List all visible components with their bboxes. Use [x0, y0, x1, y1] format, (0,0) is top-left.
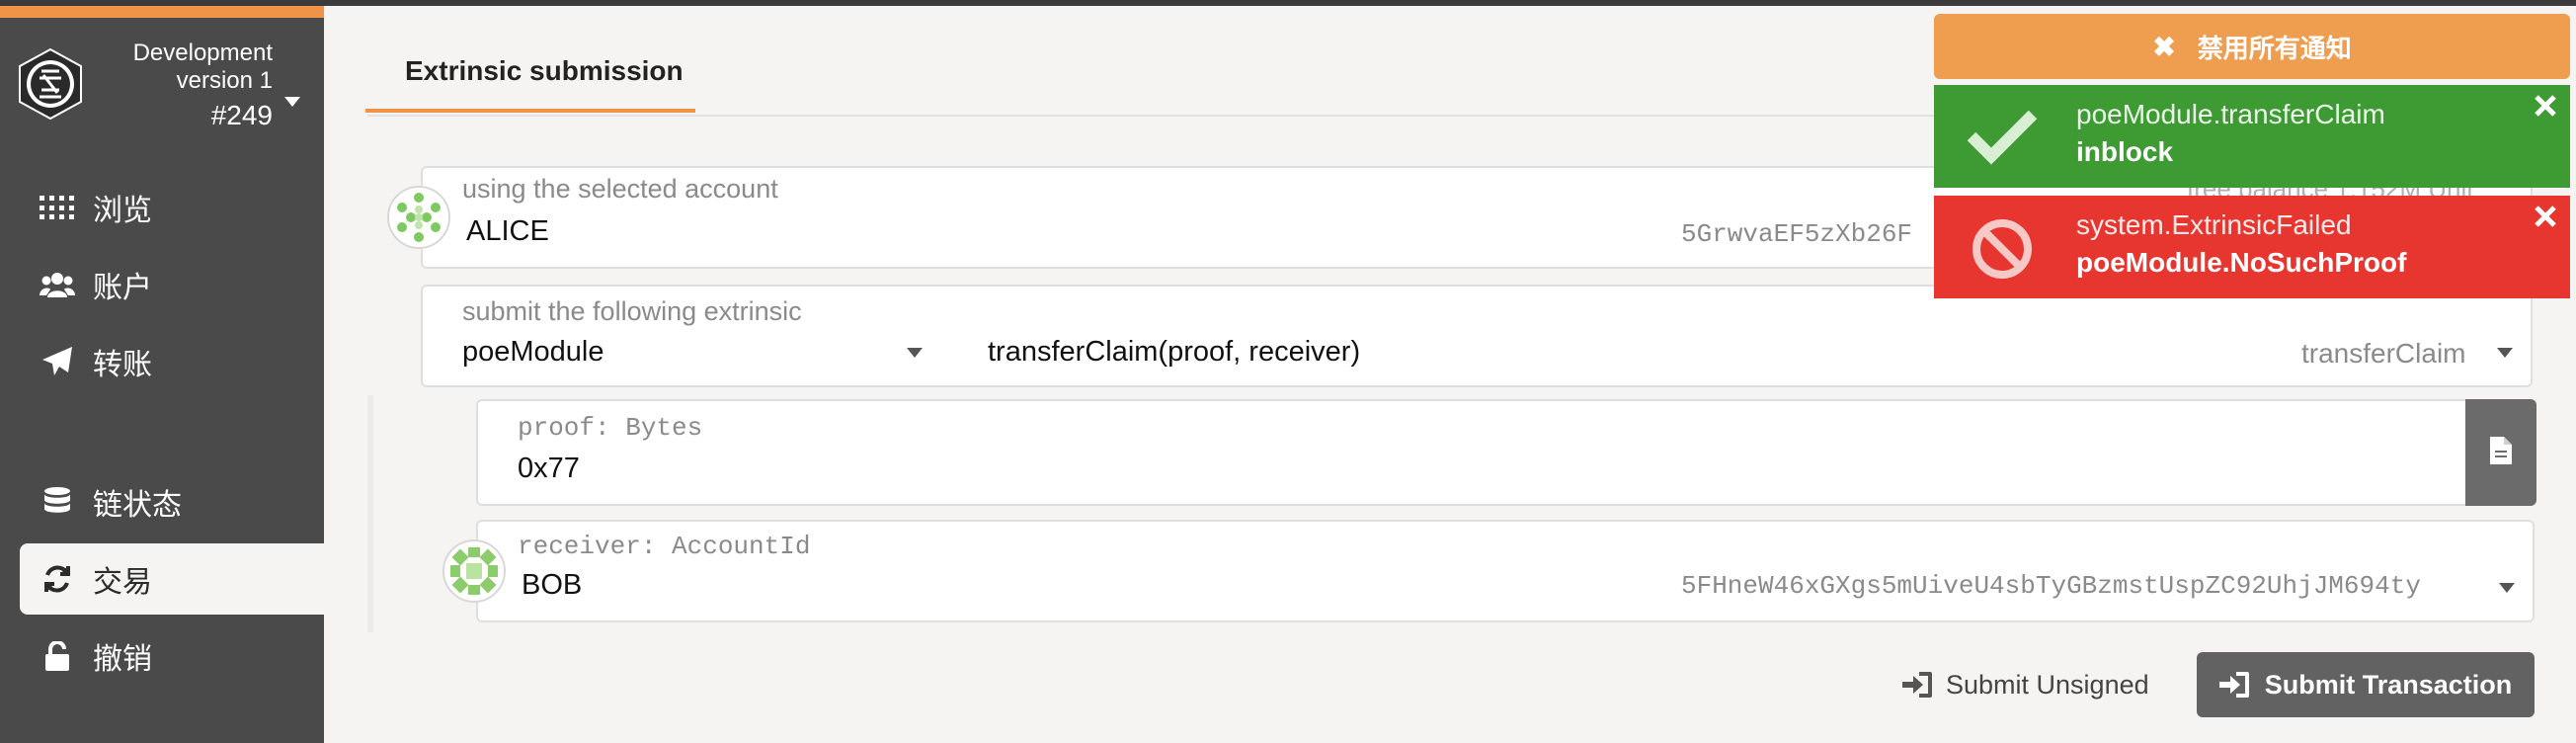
receiver-param-label: receiver: AccountId: [518, 532, 811, 561]
sidebar-item-sudo[interactable]: 撤销: [20, 620, 324, 692]
proof-param-label: proof: Bytes: [518, 413, 703, 443]
submit-unsigned-button[interactable]: Submit Unsigned: [1902, 660, 2149, 709]
tab-active-indicator: [365, 109, 695, 113]
close-icon: ✖: [2152, 31, 2176, 62]
alice-identicon-avatar: [387, 186, 450, 249]
notification-status: poeModule.NoSuchProof: [2076, 247, 2407, 278]
sidebar-item-label: 交易: [93, 566, 152, 599]
sync-icon: [38, 559, 77, 599]
sign-in-icon: [2218, 672, 2249, 698]
disable-notifications-label: 禁用所有通知: [2197, 33, 2352, 63]
sidebar-item-explorer[interactable]: 浏览: [20, 172, 324, 243]
sidebar: Development version 1 #249 浏览 账户 转账 链状态 …: [0, 18, 324, 743]
receiver-selector[interactable]: receiver: AccountId BOB 5FHneW46xGXgs5mU…: [476, 520, 2535, 622]
bob-identicon-avatar: [443, 539, 506, 603]
receiver-name: BOB: [522, 569, 583, 601]
chevron-down-icon[interactable]: [2497, 348, 2513, 358]
sidebar-item-extrinsics[interactable]: 交易: [20, 543, 324, 615]
chevron-down-icon[interactable]: [2499, 583, 2515, 593]
top-bar: [0, 0, 2576, 6]
sidebar-item-label: 账户: [93, 272, 152, 304]
module-dropdown[interactable]: poeModule: [462, 336, 604, 369]
sidebar-item-label: 链状态: [93, 489, 182, 522]
account-address: 5GrwvaEF5zXb26F: [1681, 219, 1913, 249]
database-icon: [38, 482, 77, 522]
file-upload-button[interactable]: [2465, 399, 2536, 506]
chain-selector[interactable]: Development version 1 #249: [95, 40, 273, 132]
notification-title: poeModule.transferClaim: [2076, 99, 2385, 129]
notification-success: poeModule.transferClaim inblock: [1934, 85, 2570, 188]
proof-value: 0x77: [518, 453, 580, 484]
chain-version: version 1: [176, 67, 273, 94]
close-icon[interactable]: [2533, 93, 2558, 119]
grid-dots-icon: [38, 188, 77, 227]
sign-in-icon: [1902, 672, 1932, 698]
polkadot-logo-icon[interactable]: [14, 47, 87, 121]
chain-block-number: #249: [210, 100, 273, 130]
params-indent-bar: [367, 395, 373, 632]
chevron-down-icon[interactable]: [284, 97, 300, 107]
method-signature[interactable]: transferClaim(proof, receiver): [988, 336, 1360, 369]
chain-name: Development: [132, 40, 273, 66]
paper-plane-icon: [38, 342, 77, 381]
method-dropdown[interactable]: transferClaim: [2301, 338, 2465, 370]
account-name: ALICE: [466, 215, 549, 247]
submit-transaction-button[interactable]: Submit Transaction: [2197, 652, 2535, 717]
checkmark-icon: [1967, 107, 2038, 166]
receiver-address: 5FHneW46xGXgs5mUiveU4sbTyGBzmstUspZC92Uh…: [1681, 571, 2421, 601]
account-field-label: using the selected account: [462, 174, 778, 204]
submit-unsigned-label: Submit Unsigned: [1946, 669, 2149, 700]
sidebar-item-accounts[interactable]: 账户: [20, 249, 324, 320]
top-accent-bar: [0, 6, 324, 18]
ban-icon: [1968, 217, 2037, 279]
tab-extrinsic-submission[interactable]: Extrinsic submission: [367, 55, 721, 87]
chevron-down-icon[interactable]: [907, 348, 923, 358]
sidebar-item-label: 浏览: [93, 195, 152, 227]
extrinsic-field-label: submit the following extrinsic: [462, 296, 802, 326]
notification-title: system.ExtrinsicFailed: [2076, 209, 2352, 240]
sidebar-item-transfer[interactable]: 转账: [20, 326, 324, 397]
file-icon: [2490, 436, 2512, 469]
close-icon[interactable]: [2533, 204, 2558, 229]
notification-status: inblock: [2076, 136, 2174, 167]
proof-input[interactable]: proof: Bytes 0x77: [476, 399, 2467, 506]
submit-transaction-label: Submit Transaction: [2264, 669, 2513, 700]
users-icon: [38, 265, 77, 304]
extrinsic-selector: submit the following extrinsic poeModule…: [421, 285, 2533, 387]
sidebar-item-label: 转账: [93, 349, 152, 381]
sidebar-item-chainstate[interactable]: 链状态: [20, 466, 324, 537]
disable-all-notifications-button[interactable]: ✖ 禁用所有通知: [1934, 14, 2570, 79]
unlock-icon: [38, 636, 77, 676]
notification-error: system.ExtrinsicFailed poeModule.NoSuchP…: [1934, 196, 2570, 298]
sidebar-item-label: 撤销: [93, 643, 152, 676]
